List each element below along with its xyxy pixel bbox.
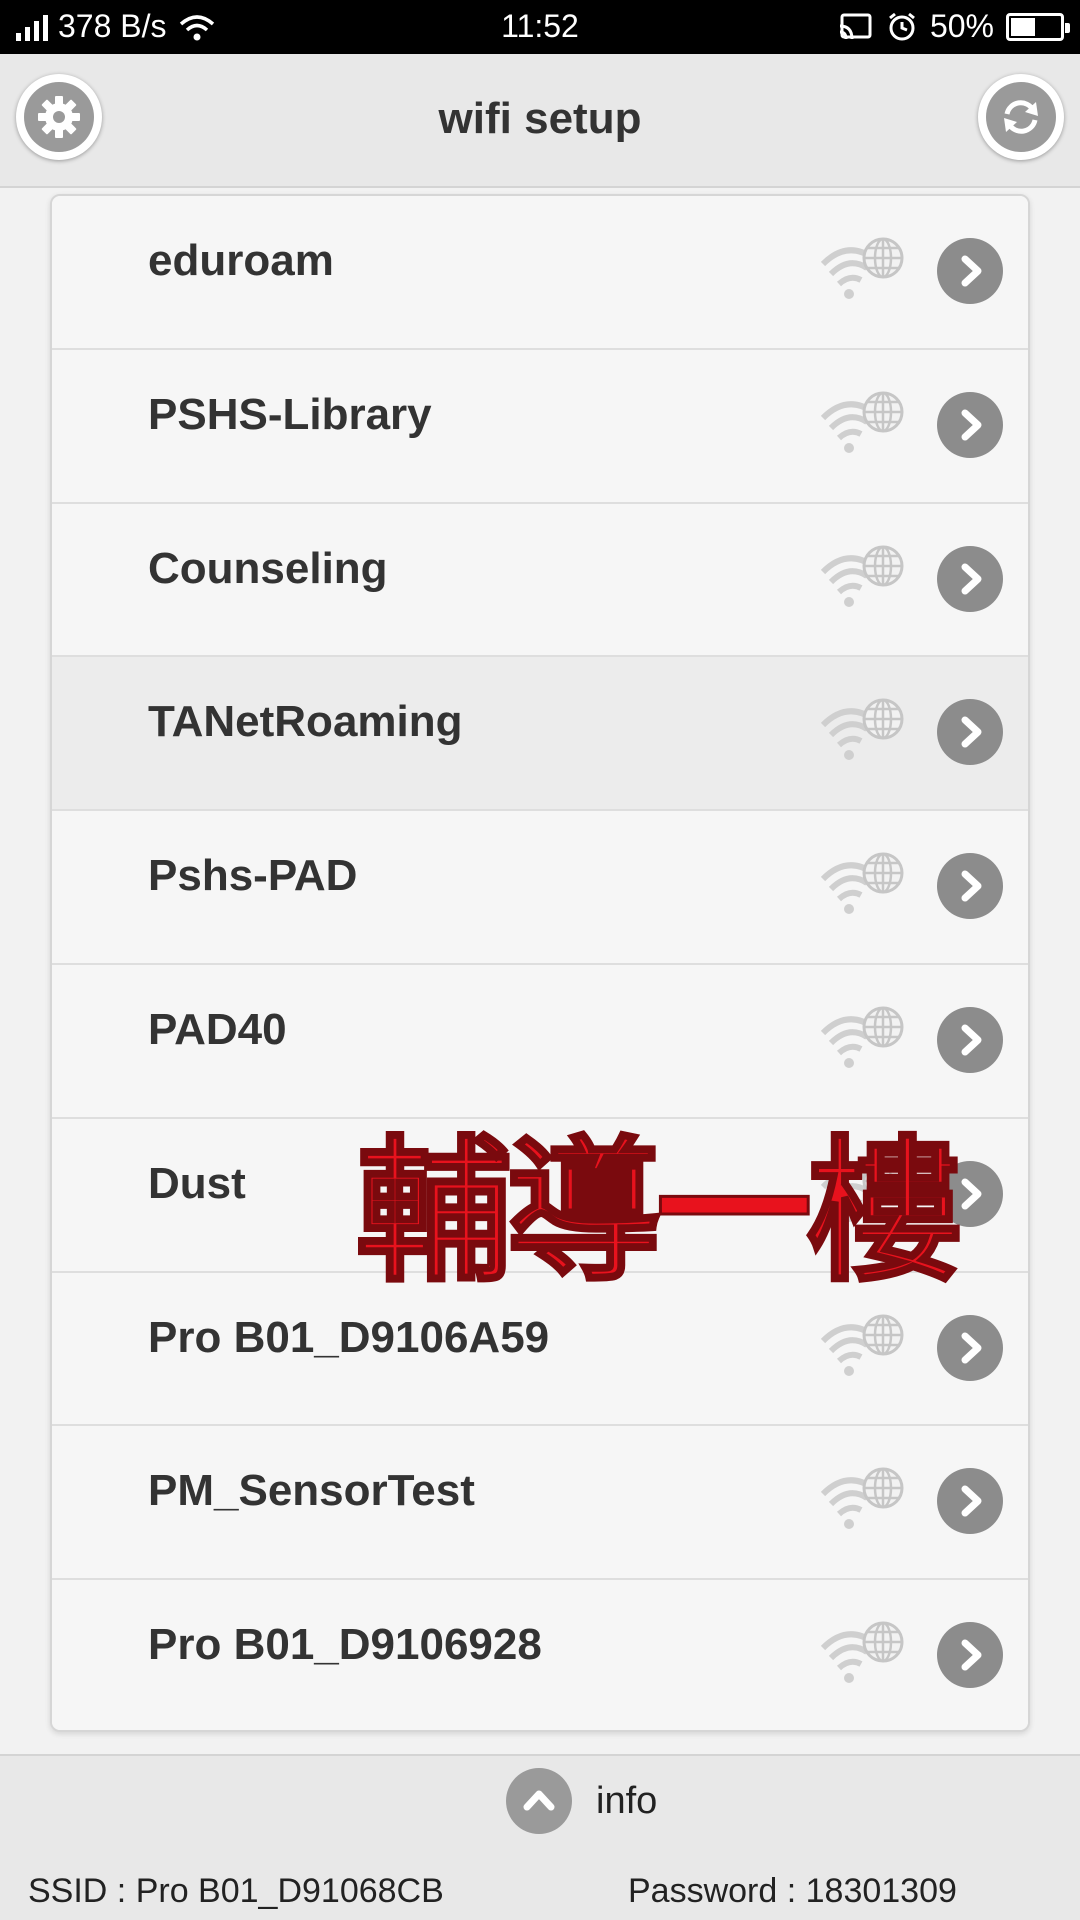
chevron-right-icon (961, 1024, 982, 1056)
info-toggle[interactable]: info (506, 1768, 657, 1834)
network-ssid: Pro B01_D9106928 (148, 1620, 542, 1670)
chevron-right-icon (961, 716, 982, 748)
chevron-right-icon (961, 1485, 982, 1517)
wifi-network-row[interactable]: PM_SensorTest (52, 1426, 1028, 1581)
network-ssid: TANetRoaming (148, 697, 463, 747)
open-network-button[interactable] (937, 853, 1003, 920)
open-network-button[interactable] (937, 391, 1003, 458)
wifi-network-row[interactable]: eduroam (52, 196, 1028, 350)
chevron-right-icon (961, 409, 982, 441)
network-ssid: PM_SensorTest (148, 1466, 475, 1516)
refresh-button[interactable] (978, 74, 1064, 160)
network-ssid: eduroam (148, 236, 334, 285)
open-network-button[interactable] (937, 1314, 1003, 1381)
wifi-globe-icon (817, 234, 909, 311)
network-ssid: PSHS-Library (148, 389, 432, 439)
battery-percent: 50% (929, 8, 994, 44)
expand-info-button[interactable] (506, 1768, 572, 1834)
wifi-network-row[interactable]: Counseling (52, 503, 1028, 658)
cast-icon (839, 13, 872, 39)
chevron-right-icon (961, 1178, 982, 1210)
current-password: Password : 18301309 (628, 1872, 957, 1910)
page-title: wifi setup (438, 94, 642, 143)
wifi-globe-icon (817, 695, 909, 772)
chevron-right-icon (961, 255, 982, 287)
wifi-network-row[interactable]: TANetRoaming (52, 657, 1028, 812)
wifi-globe-icon (817, 849, 909, 926)
wifi-globe-icon (817, 1464, 909, 1541)
info-label: info (596, 1779, 658, 1822)
refresh-icon (1004, 100, 1038, 134)
battery-icon (1006, 12, 1070, 41)
open-network-button[interactable] (937, 238, 1003, 304)
app-header: wifi setup (0, 54, 1080, 188)
chevron-right-icon (961, 563, 982, 595)
current-ssid: SSID : Pro B01_D91068CB (28, 1872, 444, 1910)
status-bar: 378 B/s 11:52 50% (0, 0, 1080, 54)
open-network-button[interactable] (937, 1468, 1003, 1535)
network-ssid: Counseling (148, 543, 388, 593)
wifi-globe-icon (817, 388, 909, 465)
open-network-button[interactable] (937, 699, 1003, 766)
wifi-globe-icon (817, 1618, 909, 1695)
chevron-right-icon (961, 1332, 982, 1364)
chevron-right-icon (961, 1639, 982, 1671)
open-network-button[interactable] (937, 545, 1003, 612)
chevron-right-icon (961, 870, 982, 902)
network-ssid: Pshs-PAD (148, 851, 358, 901)
open-network-button[interactable] (937, 1622, 1003, 1689)
overlay-caption: 輔導一樓 (355, 1120, 964, 1305)
network-ssid: PAD40 (148, 1004, 287, 1054)
status-right: 50% (838, 8, 1070, 45)
wifi-network-row[interactable]: Pshs-PAD (52, 811, 1028, 965)
wifi-network-row[interactable]: PSHS-Library (52, 349, 1028, 504)
info-footer: info SSID : Pro B01_D91068CB Password : … (0, 1754, 1080, 1920)
wifi-globe-icon (817, 542, 909, 619)
open-network-button[interactable] (937, 1006, 1003, 1073)
alarm-icon (889, 12, 915, 40)
network-ssid: Dust (148, 1158, 246, 1208)
wifi-network-list: eduroam PSHS-Library Counseling TANetRoamin… (50, 194, 1030, 1732)
wifi-globe-icon (817, 1311, 909, 1388)
network-ssid: Pro B01_D9106A59 (148, 1312, 550, 1362)
wifi-network-row[interactable]: Pro B01_D9106928 (52, 1580, 1028, 1730)
chevron-up-icon (523, 1790, 555, 1811)
wifi-globe-icon (817, 1003, 909, 1080)
